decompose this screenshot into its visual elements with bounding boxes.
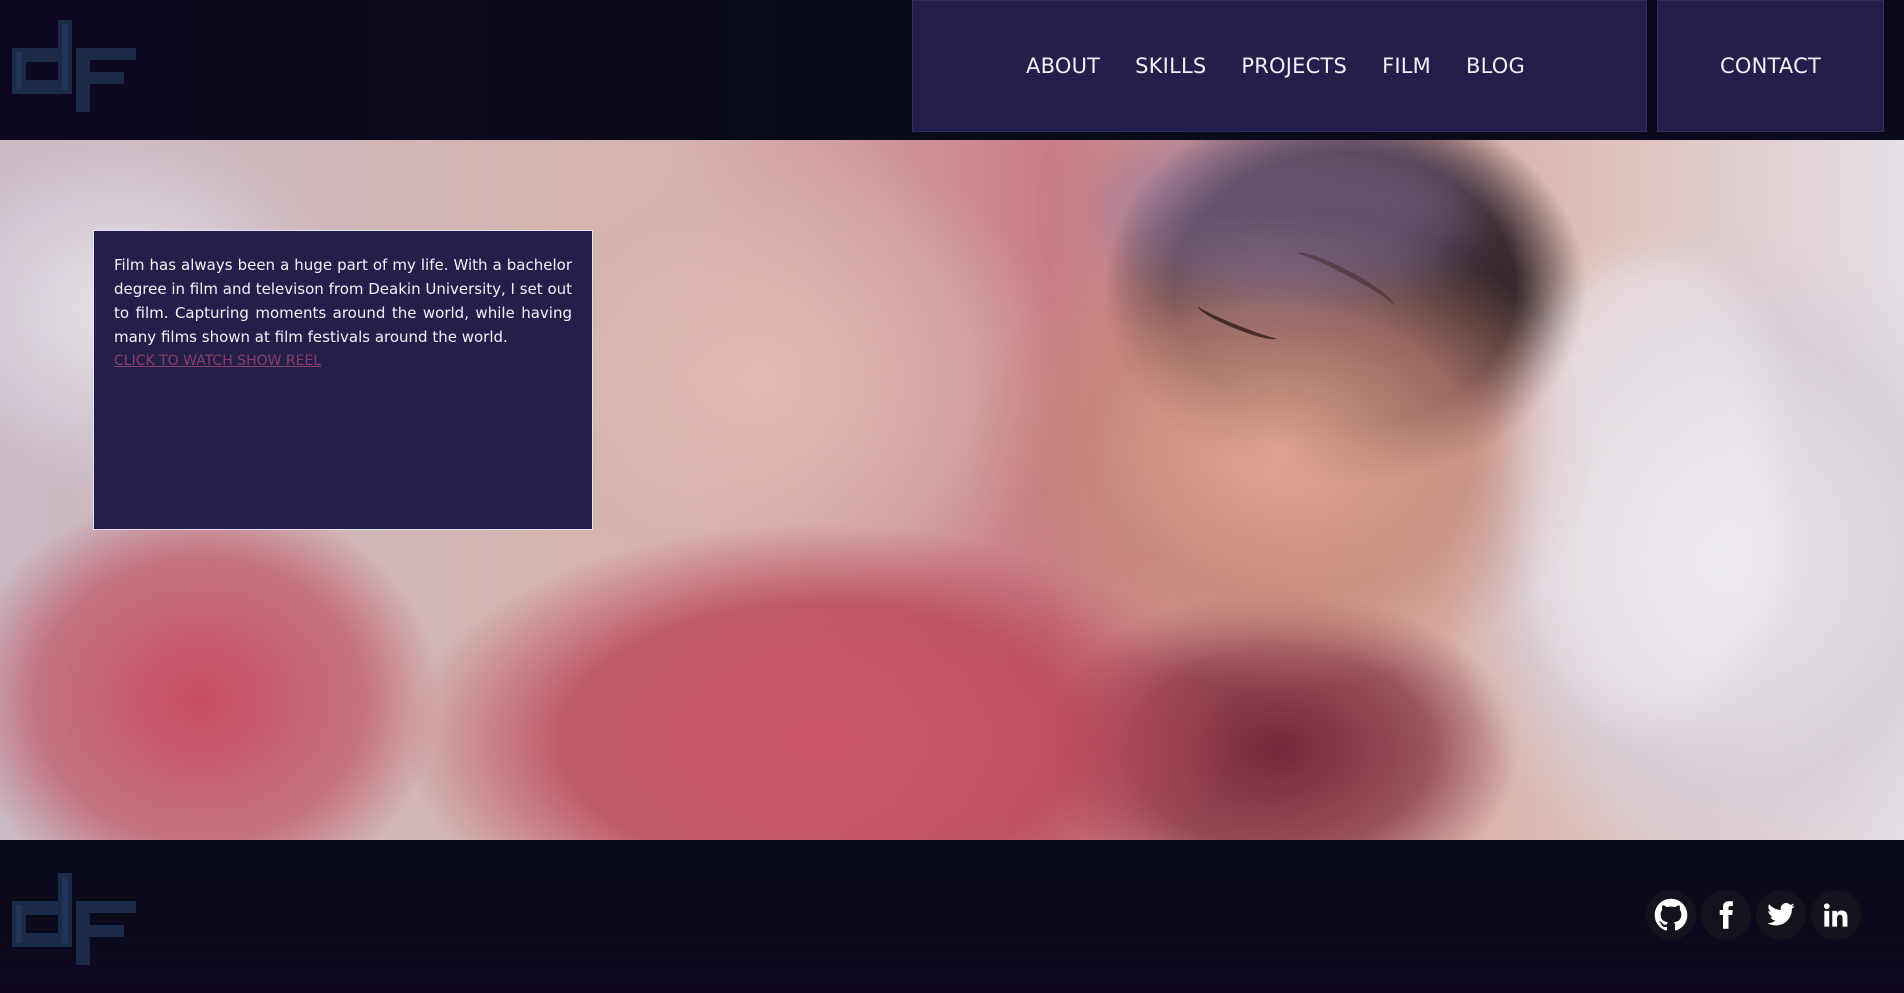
main-nav: ABOUT SKILLS PROJECTS FILM BLOG (912, 0, 1647, 132)
nav-projects[interactable]: PROJECTS (1241, 54, 1347, 78)
nav-film[interactable]: FILM (1382, 54, 1431, 78)
hero-eye-shape (1195, 299, 1280, 345)
social-links (1646, 890, 1861, 940)
film-info-card: Film has always been a huge part of my l… (93, 230, 593, 530)
twitter-icon[interactable] (1756, 890, 1806, 940)
facebook-glyph (1719, 901, 1733, 929)
hero-pillow-shape (1520, 260, 1780, 720)
linkedin-icon[interactable] (1811, 890, 1861, 940)
github-glyph (1654, 898, 1688, 931)
linkedin-glyph (1823, 903, 1848, 927)
github-icon[interactable] (1646, 890, 1696, 940)
df-logo-icon[interactable] (12, 20, 148, 112)
nav-contact[interactable]: CONTACT (1720, 54, 1821, 78)
nav-about[interactable]: ABOUT (1026, 54, 1100, 78)
nav-skills[interactable]: SKILLS (1135, 54, 1206, 78)
twitter-glyph (1767, 903, 1795, 926)
hero-backdrop-shape (1100, 140, 1480, 300)
hero-image: Film has always been a huge part of my l… (0, 140, 1904, 840)
site-header: ABOUT SKILLS PROJECTS FILM BLOG CONTACT (0, 0, 1904, 140)
site-footer (0, 840, 1904, 993)
contact-panel: CONTACT (1657, 0, 1884, 132)
nav-blog[interactable]: BLOG (1466, 54, 1525, 78)
film-description: Film has always been a huge part of my l… (114, 256, 573, 346)
show-reel-link[interactable]: CLICK TO WATCH SHOW REEL (114, 349, 321, 373)
facebook-icon[interactable] (1701, 890, 1751, 940)
df-logo-graphic (12, 873, 136, 965)
df-logo-graphic (12, 20, 136, 112)
df-logo-icon[interactable] (12, 873, 148, 965)
